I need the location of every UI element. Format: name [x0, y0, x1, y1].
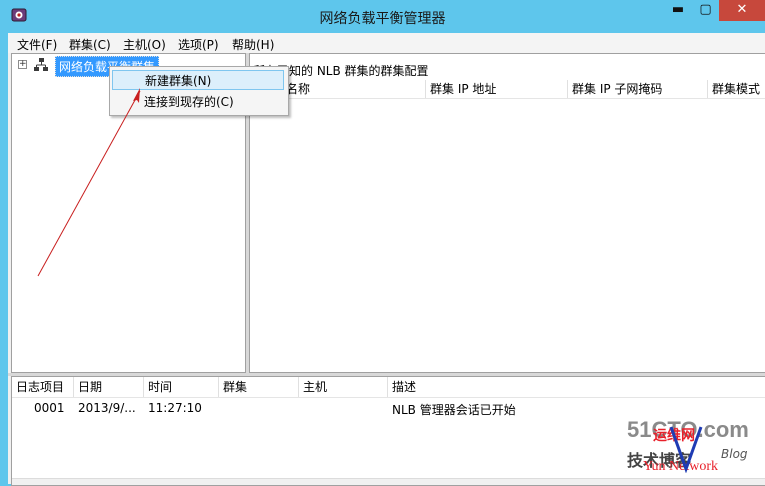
log-cell-description: NLB 管理器会话已开始 — [392, 403, 516, 417]
watermark-blog: Blog — [721, 447, 748, 461]
menu-help[interactable]: 帮助(H) — [232, 36, 274, 53]
log-cell-date: 2013/9/... — [78, 401, 136, 415]
watermark-v-icon — [669, 426, 703, 473]
column-header-cluster-ip[interactable]: 群集 IP 地址 — [426, 80, 568, 98]
log-column-headers: 日志项目 日期 时间 群集 主机 描述 — [12, 377, 765, 398]
window-title: 网络负载平衡管理器 — [319, 11, 446, 27]
close-button[interactable]: ✕ — [719, 0, 765, 21]
log-cell-entry: 0001 — [34, 401, 65, 415]
network-cluster-icon — [34, 58, 48, 71]
connect-existing-menu-item[interactable]: 连接到现存的(C) — [112, 92, 284, 112]
log-header-cluster[interactable]: 群集 — [219, 377, 299, 397]
column-header-cluster-mode[interactable]: 群集模式 — [708, 80, 765, 98]
watermark-logo: 51CTO.com 运维网 技术博客 Blog Yun Network — [625, 417, 763, 483]
menu-cluster[interactable]: 群集(C) — [69, 36, 111, 53]
maximize-button[interactable]: ▢ — [692, 0, 719, 21]
menu-file[interactable]: 文件(F) — [17, 36, 57, 53]
log-header-host[interactable]: 主机 — [299, 377, 388, 397]
title-bar[interactable]: 网络负载平衡管理器 ▬ ▢ ✕ — [0, 0, 765, 33]
log-cell-time: 11:27:10 — [148, 401, 202, 415]
new-cluster-menu-item[interactable]: 新建群集(N) — [112, 70, 284, 90]
log-header-entry[interactable]: 日志项目 — [12, 377, 74, 397]
minimize-button[interactable]: ▬ — [664, 0, 692, 21]
menu-host[interactable]: 主机(O) — [123, 36, 166, 53]
context-menu: 新建群集(N) 连接到现存的(C) — [109, 66, 289, 116]
log-header-time[interactable]: 时间 — [144, 377, 219, 397]
cluster-config-pane[interactable]: 所有已知的 NLB 群集的群集配置 名称 群集 IP 地址 群集 IP 子网掩码… — [249, 53, 765, 373]
log-header-description[interactable]: 描述 — [388, 377, 765, 397]
menu-bar: 文件(F) 群集(C) 主机(O) 选项(P) 帮助(H) — [8, 33, 765, 53]
cluster-column-headers: 名称 群集 IP 地址 群集 IP 子网掩码 群集模式 — [250, 80, 765, 99]
menu-options[interactable]: 选项(P) — [178, 36, 219, 53]
column-header-subnet-mask[interactable]: 群集 IP 子网掩码 — [568, 80, 708, 98]
log-header-date[interactable]: 日期 — [74, 377, 144, 397]
tree-expander[interactable]: + — [18, 60, 27, 69]
